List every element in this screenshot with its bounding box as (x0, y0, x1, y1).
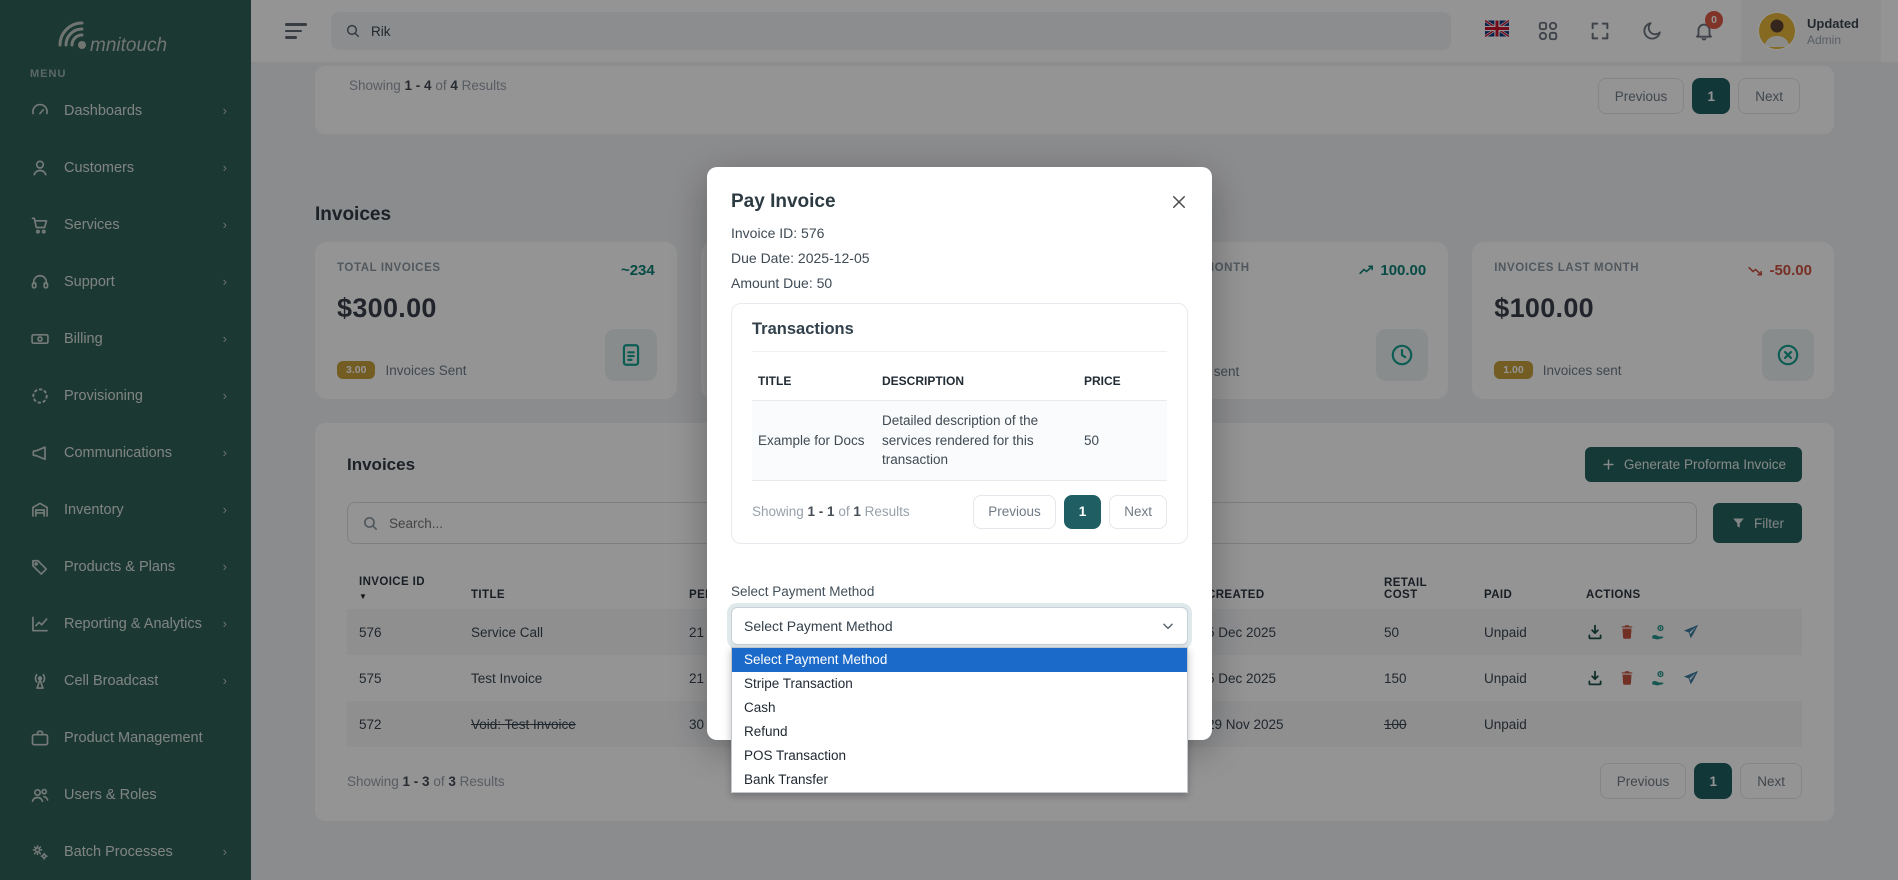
transactions-heading: Transactions (752, 320, 1167, 352)
due-date-line: Due Date: 2025-12-05 (731, 250, 1188, 266)
payment-method-select[interactable]: Select Payment Method (731, 607, 1188, 645)
dropdown-option-select-payment-method[interactable]: Select Payment Method (732, 648, 1187, 672)
amount-due-line: Amount Due: 50 (731, 275, 1188, 291)
column-header-price: PRICE (1078, 366, 1167, 401)
next-page-button[interactable]: Next (1109, 495, 1167, 529)
column-header-description: DESCRIPTION (876, 366, 1078, 401)
dropdown-option-cash[interactable]: Cash (732, 696, 1187, 720)
transactions-pagination: Previous 1 Next (973, 495, 1167, 529)
dropdown-option-bank-transfer[interactable]: Bank Transfer (732, 768, 1187, 792)
dropdown-option-pos-transaction[interactable]: POS Transaction (732, 744, 1187, 768)
dropdown-option-stripe-transaction[interactable]: Stripe Transaction (732, 672, 1187, 696)
transactions-card: Transactions TITLE DESCRIPTION PRICE Exa… (731, 303, 1188, 544)
invoice-id-line: Invoice ID: 576 (731, 225, 1188, 241)
transactions-table: TITLE DESCRIPTION PRICE Example for Docs… (752, 366, 1167, 481)
chevron-down-icon (1161, 619, 1175, 633)
pay-invoice-modal: Pay Invoice Invoice ID: 576 Due Date: 20… (707, 167, 1212, 740)
close-icon[interactable] (1170, 193, 1188, 211)
modal-title: Pay Invoice (731, 191, 836, 213)
payment-method-label: Select Payment Method (731, 584, 1188, 599)
transactions-results-summary: Showing 1 - 1 of 1 Results (752, 504, 910, 519)
previous-page-button[interactable]: Previous (973, 495, 1056, 529)
page-1-button[interactable]: 1 (1064, 495, 1102, 529)
dropdown-option-refund[interactable]: Refund (732, 720, 1187, 744)
payment-method-dropdown: Select Payment Method Stripe Transaction… (731, 647, 1188, 793)
column-header-title: TITLE (752, 366, 876, 401)
transaction-row: Example for Docs Detailed description of… (752, 401, 1167, 481)
invoice-summary: Invoice ID: 576 Due Date: 2025-12-05 Amo… (731, 225, 1188, 291)
app-root: mnitouch MENU Dashboards › Customers › S… (0, 0, 1898, 880)
